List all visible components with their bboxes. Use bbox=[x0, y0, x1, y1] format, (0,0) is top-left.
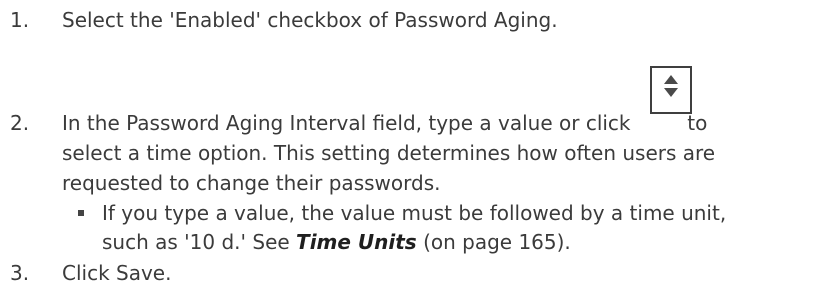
step-2-line-1-before-icon: In the Password Aging Interval field, ty… bbox=[62, 111, 631, 135]
step-2-text: In the Password Aging Interval field, ty… bbox=[62, 108, 822, 198]
step-2-line-2: select a time option. This setting deter… bbox=[62, 141, 716, 165]
bullet-line-2-after-link: (on page 165). bbox=[423, 230, 571, 254]
step-3-text: Click Save. bbox=[62, 261, 172, 285]
bullet-icon bbox=[78, 210, 84, 216]
bullet-line-2: such as '10 d.' See Time Units (on page … bbox=[102, 228, 726, 257]
time-units-link[interactable]: Time Units bbox=[296, 230, 417, 254]
step-1-text: Select the 'Enabled' checkbox of Passwor… bbox=[62, 8, 558, 32]
step-2-line-1: In the Password Aging Interval field, ty… bbox=[62, 108, 822, 138]
step-1-number: 1. bbox=[10, 8, 30, 32]
step-2-number: 2. bbox=[10, 111, 30, 135]
step-3-number: 3. bbox=[10, 261, 30, 285]
bullet-text: If you type a value, the value must be f… bbox=[102, 199, 726, 257]
bullet-line-1: If you type a value, the value must be f… bbox=[102, 201, 727, 225]
step-2-line-3: requested to change their passwords. bbox=[62, 171, 441, 195]
spinner-up-down-icon bbox=[650, 66, 692, 114]
bullet-line-2-before-link: such as '10 d.' See bbox=[102, 230, 290, 254]
step-2-line-1-after-icon: to bbox=[687, 111, 708, 135]
